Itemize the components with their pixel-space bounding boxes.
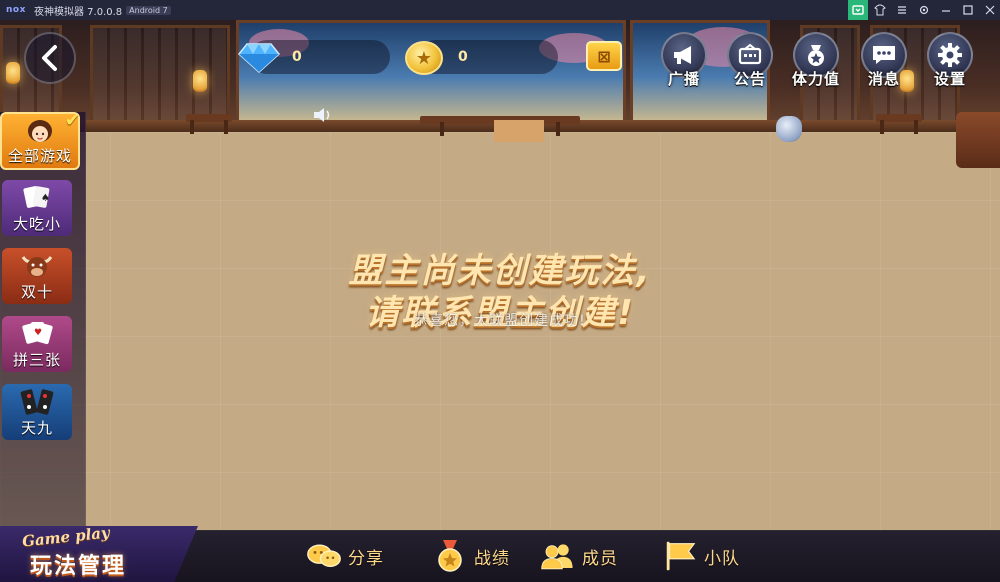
- wooden-sofa: [956, 112, 1000, 168]
- back-button[interactable]: [24, 32, 76, 84]
- sidebar-item-label: 双十: [20, 283, 53, 301]
- stamina-button[interactable]: 体力值: [788, 32, 844, 106]
- settings-icon[interactable]: [914, 0, 934, 20]
- app-store-icon[interactable]: [848, 0, 868, 20]
- medal-icon: [432, 539, 468, 573]
- diamond-icon: [237, 43, 281, 74]
- game-category-sidebar: ✔ 全部游戏 ♠ 大吃小 双十 ♥ 拼三张 天九: [0, 110, 86, 532]
- window-title: 夜神模拟器 7.0.0.8: [34, 6, 123, 18]
- toast-notification: 恭喜您，大联盟创建成功!: [414, 313, 586, 329]
- sidebar-item-label: 全部游戏: [7, 147, 72, 165]
- sidebar-item-big-eat-small[interactable]: ♠ 大吃小: [2, 180, 72, 236]
- window-controls: [846, 0, 1000, 20]
- tab-share[interactable]: 分享: [306, 536, 384, 576]
- tab-label: 成员: [582, 548, 618, 569]
- maximize-icon[interactable]: [958, 0, 978, 20]
- emulator-titlebar: nox 夜神模拟器 7.0.0.8 Android 7: [0, 0, 1000, 20]
- game-screen: 0 0 ★ ⊠ 广播 公告 体力值 消息 设置 ✔ 全部游戏 ♠ 大吃小 双十 …: [0, 20, 1000, 582]
- close-icon[interactable]: [980, 0, 1000, 20]
- tab-records[interactable]: 战绩: [432, 536, 510, 576]
- coin-icon: ★: [405, 41, 443, 75]
- svg-text:♥: ♥: [34, 328, 42, 338]
- playing-cards-icon: ♠: [23, 186, 50, 208]
- tab-label: 分享: [348, 548, 384, 569]
- lantern: [193, 70, 207, 92]
- android-version-badge: Android 7: [126, 5, 171, 15]
- bull-head-icon: [21, 256, 53, 277]
- chat-bubble-icon: [873, 46, 895, 64]
- banner-title: 玩法管理: [30, 554, 127, 579]
- share-chat-icon: [306, 539, 342, 573]
- gameplay-management-button[interactable]: Game play 玩法管理: [0, 526, 198, 582]
- girl-avatar-icon: [28, 120, 52, 142]
- sidebar-item-tian-jiu[interactable]: 天九: [2, 384, 72, 440]
- sidebar-item-label: 天九: [20, 419, 53, 437]
- sidebar-item-label: 拼三张: [12, 351, 61, 369]
- messages-label: 消息: [867, 70, 900, 88]
- lattice-window: [90, 25, 230, 123]
- nox-logo: nox: [6, 5, 26, 15]
- menu-icon[interactable]: [892, 0, 912, 20]
- tab-label: 小队: [704, 548, 740, 569]
- stamina-icon: [808, 45, 824, 66]
- checkmark-icon: ✔: [64, 110, 80, 131]
- minimize-icon[interactable]: [936, 0, 956, 20]
- tab-members[interactable]: 成员: [540, 536, 618, 576]
- shirt-icon[interactable]: [870, 0, 890, 20]
- tab-squad[interactable]: 小队: [662, 536, 740, 576]
- sidebar-item-double-ten[interactable]: 双十: [2, 248, 72, 304]
- sidebar-item-label: 大吃小: [12, 215, 61, 233]
- settings-label: 设置: [933, 70, 966, 88]
- message-line-1: 盟主尚未创建玩法,: [348, 251, 652, 291]
- tiled-floor: [0, 132, 1000, 552]
- diamond-value: 0: [292, 49, 302, 65]
- chevron-left-icon: [42, 45, 57, 71]
- sidebar-item-all-games[interactable]: ✔ 全部游戏: [0, 110, 80, 170]
- announcement-label: 公告: [733, 70, 766, 88]
- flag-icon: [662, 539, 698, 573]
- broadcast-label: 广播: [667, 70, 700, 88]
- sidebar-item-three-card[interactable]: ♥ 拼三张: [2, 316, 72, 372]
- banner-english-text: Game play: [21, 523, 111, 551]
- megaphone-icon: [674, 46, 691, 64]
- poker-hand-icon: ♥: [22, 322, 53, 345]
- announcement-button[interactable]: 公告: [722, 32, 778, 106]
- table-cloth: [494, 120, 544, 142]
- porcelain-vase: [776, 116, 802, 142]
- tab-label: 战绩: [474, 548, 510, 569]
- shop-ticket-button[interactable]: ⊠: [586, 41, 622, 71]
- lantern: [6, 62, 20, 84]
- settings-button[interactable]: 设置: [922, 32, 978, 106]
- broadcast-button[interactable]: 广播: [656, 32, 712, 106]
- notice-board-icon: [738, 43, 762, 65]
- speaker-icon[interactable]: [312, 106, 334, 124]
- stamina-label: 体力值: [791, 70, 840, 88]
- ticket-icon: ⊠: [597, 46, 611, 66]
- svg-text:♠: ♠: [41, 193, 50, 204]
- gear-icon: [938, 43, 962, 67]
- messages-button[interactable]: 消息: [856, 32, 912, 106]
- dominoes-icon: [20, 389, 54, 415]
- coin-value: 0: [458, 49, 468, 65]
- members-icon: [540, 539, 576, 573]
